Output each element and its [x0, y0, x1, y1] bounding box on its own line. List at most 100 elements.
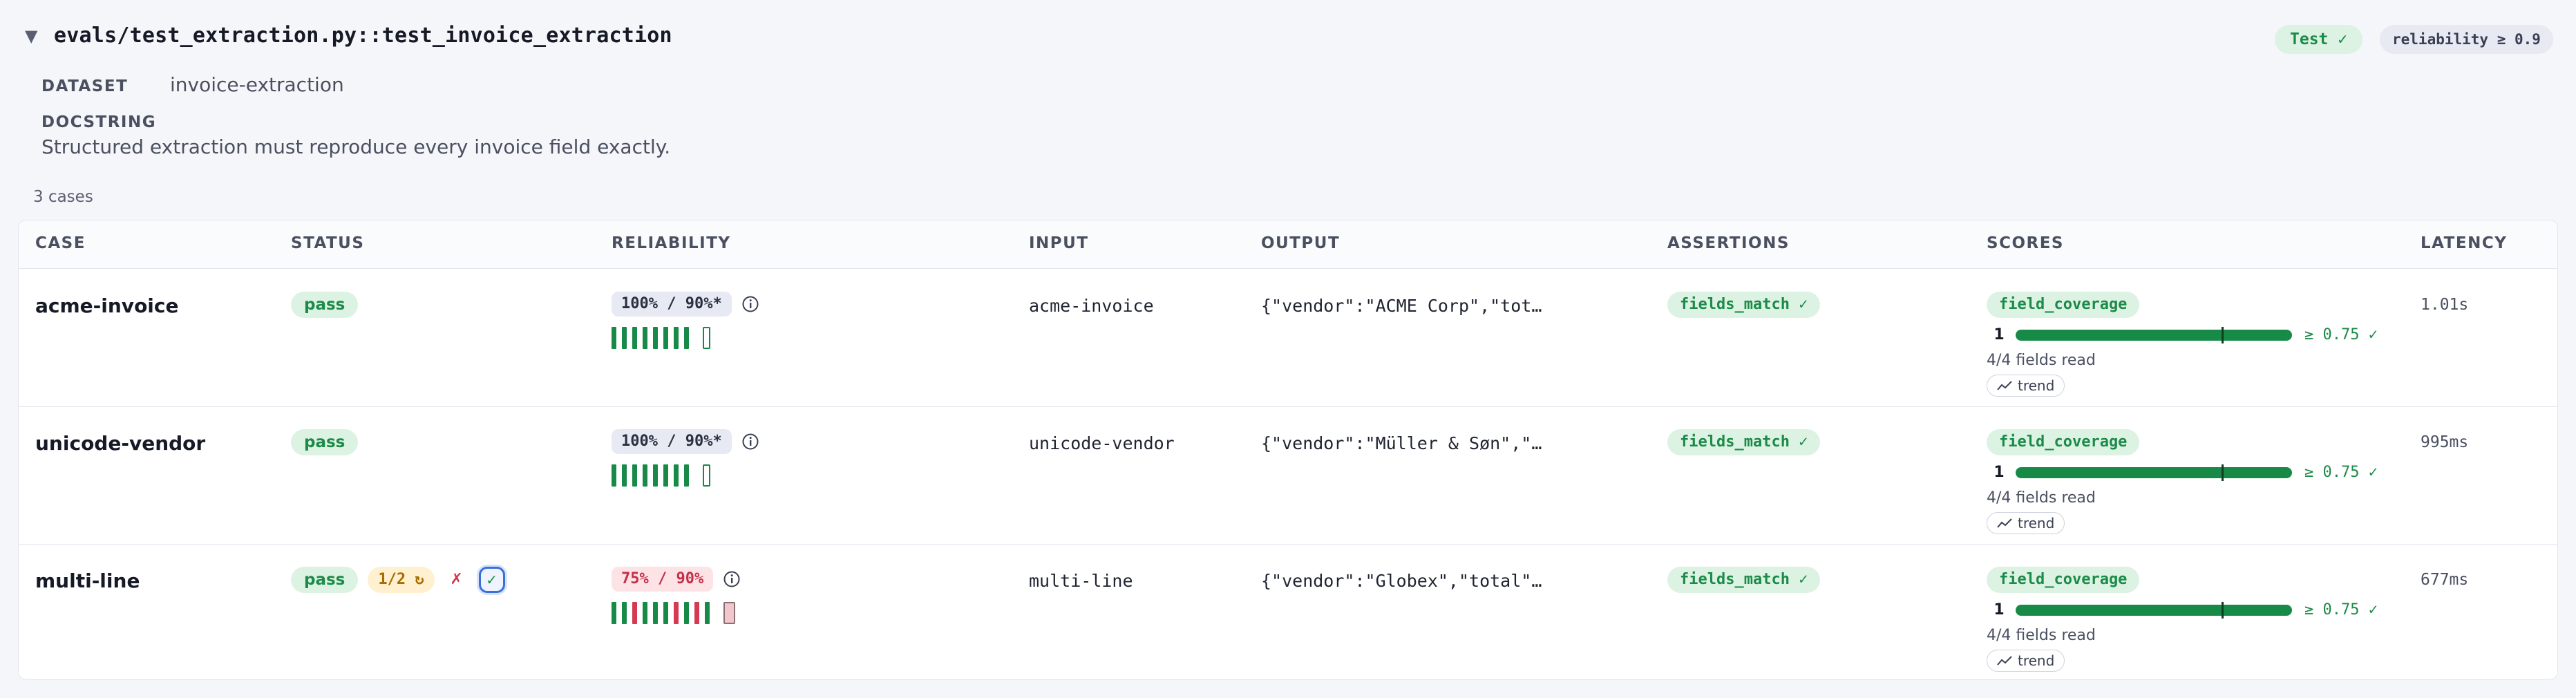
retry-badge: 1/2 ↻ [368, 567, 435, 593]
score-detail: 4/4 fields read [1987, 489, 2096, 507]
assertion-badge: fields_match ✓ [1667, 429, 1821, 455]
run-bar [653, 464, 658, 487]
latency-value: 1.01s [2421, 296, 2469, 314]
scores-cell: field_coverage 1 ≥ 0.75 ✓ 4/4 fields rea… [1987, 567, 2415, 672]
info-icon[interactable] [741, 295, 759, 313]
score-threshold: ≥ 0.75 ✓ [2304, 464, 2378, 481]
attempt-pass-button[interactable]: ✓ [478, 567, 505, 593]
test-path: evals/test_extraction.py::test_invoice_e… [54, 23, 672, 48]
test-header: ▼ evals/test_extraction.py::test_invoice… [0, 0, 2576, 76]
info-icon[interactable] [741, 433, 759, 451]
info-icon[interactable] [723, 570, 741, 588]
score-detail: 4/4 fields read [1987, 352, 2096, 369]
trend-icon [1997, 518, 2012, 528]
reliability-cell: 100% / 90%* [612, 429, 759, 487]
score-threshold: ≥ 0.75 ✓ [2304, 326, 2378, 343]
col-case: CASE [35, 234, 86, 252]
output-value[interactable]: {"vendor":"ACME Corp","tot… [1261, 296, 1542, 316]
dataset-label: DATASET [41, 77, 129, 95]
run-bar [622, 464, 627, 487]
trend-icon [1997, 381, 2012, 390]
run-bar [622, 602, 627, 624]
assertions-cell: fields_match ✓ [1667, 429, 1821, 455]
col-output: OUTPUT [1261, 234, 1341, 252]
dataset-value: invoice-extraction [170, 73, 344, 96]
current-run-bar [703, 327, 710, 349]
test-status-badge: Test ✓ [2275, 25, 2363, 54]
run-bar [612, 602, 616, 624]
trend-button[interactable]: trend [1987, 375, 2065, 397]
case-name[interactable]: multi-line [35, 569, 140, 592]
case-name[interactable]: unicode-vendor [35, 432, 205, 455]
output-value[interactable]: {"vendor":"Müller & Søn","… [1261, 433, 1542, 453]
run-bar [694, 602, 699, 624]
run-bar [663, 327, 668, 349]
col-status: STATUS [291, 234, 365, 252]
run-bar [632, 464, 637, 487]
chevron-down-icon[interactable]: ▼ [25, 26, 37, 46]
case-name[interactable]: acme-invoice [35, 294, 178, 317]
score-threshold-marker [2222, 326, 2224, 343]
run-bar [632, 602, 637, 624]
table-row[interactable]: acme-invoice pass 100% / 90%* acme-invoi… [19, 270, 2557, 407]
reliability-badge: 100% / 90%* [612, 429, 732, 454]
assertion-badge: fields_match ✓ [1667, 567, 1821, 593]
scores-cell: field_coverage 1 ≥ 0.75 ✓ 4/4 fields rea… [1987, 429, 2415, 534]
trend-icon [1997, 656, 2012, 666]
run-bar [684, 464, 689, 487]
status-cell: pass 1/2 ↻ ✗ ✓ [291, 567, 505, 593]
cases-count: 3 cases [33, 188, 93, 206]
run-history-bars [612, 326, 759, 350]
score-value: 1 [1993, 601, 2005, 619]
col-scores: SCORES [1987, 234, 2064, 252]
status-badge: pass [291, 567, 359, 593]
run-bar [674, 464, 679, 487]
score-value: 1 [1993, 464, 2005, 481]
run-bar [674, 602, 679, 624]
score-detail: 4/4 fields read [1987, 627, 2096, 644]
output-value[interactable]: {"vendor":"Globex","total"… [1261, 571, 1542, 591]
table-row[interactable]: multi-line pass 1/2 ↻ ✗ ✓ 75% / 90% mult… [19, 545, 2557, 679]
score-threshold-marker [2222, 464, 2224, 481]
reliability-cell: 75% / 90% [612, 567, 741, 625]
input-value: multi-line [1029, 571, 1133, 591]
run-history-bars [612, 464, 759, 487]
col-latency: LATENCY [2421, 234, 2508, 252]
table-header: CASE STATUS RELIABILITY INPUT OUTPUT ASS… [19, 220, 2557, 269]
run-bar [622, 327, 627, 349]
trend-label: trend [2018, 652, 2055, 669]
score-bar [2016, 464, 2292, 481]
trend-button[interactable]: trend [1987, 650, 2065, 672]
run-bar [653, 327, 658, 349]
input-value: unicode-vendor [1029, 433, 1175, 453]
run-bar [684, 602, 689, 624]
current-run-bar [723, 602, 735, 624]
scores-cell: field_coverage 1 ≥ 0.75 ✓ 4/4 fields rea… [1987, 292, 2415, 397]
status-badge: pass [291, 429, 359, 455]
status-cell: pass [291, 292, 359, 318]
run-bar [643, 602, 647, 624]
run-history-bars [612, 601, 741, 625]
reliability-badge: 75% / 90% [612, 567, 714, 592]
latency-value: 995ms [2421, 433, 2469, 451]
col-input: INPUT [1029, 234, 1089, 252]
col-assertions: ASSERTIONS [1667, 234, 1790, 252]
reliability-cell: 100% / 90%* [612, 292, 759, 350]
current-run-bar [703, 464, 710, 487]
run-bar [674, 327, 679, 349]
run-bar [705, 602, 710, 624]
score-bar [2016, 326, 2292, 343]
reliability-badge: 100% / 90%* [612, 292, 732, 317]
assertion-badge: fields_match ✓ [1667, 292, 1821, 318]
assertions-cell: fields_match ✓ [1667, 567, 1821, 593]
trend-button[interactable]: trend [1987, 512, 2065, 534]
docstring-value: Structured extraction must reproduce eve… [41, 135, 671, 158]
table-row[interactable]: unicode-vendor pass 100% / 90%* unicode-… [19, 407, 2557, 545]
attempt-fail-button[interactable]: ✗ [444, 567, 469, 593]
status-badge: pass [291, 292, 359, 318]
score-value: 1 [1993, 326, 2005, 343]
run-bar [663, 464, 668, 487]
run-bar [612, 327, 616, 349]
col-reliability: RELIABILITY [612, 234, 731, 252]
run-bar [643, 464, 647, 487]
